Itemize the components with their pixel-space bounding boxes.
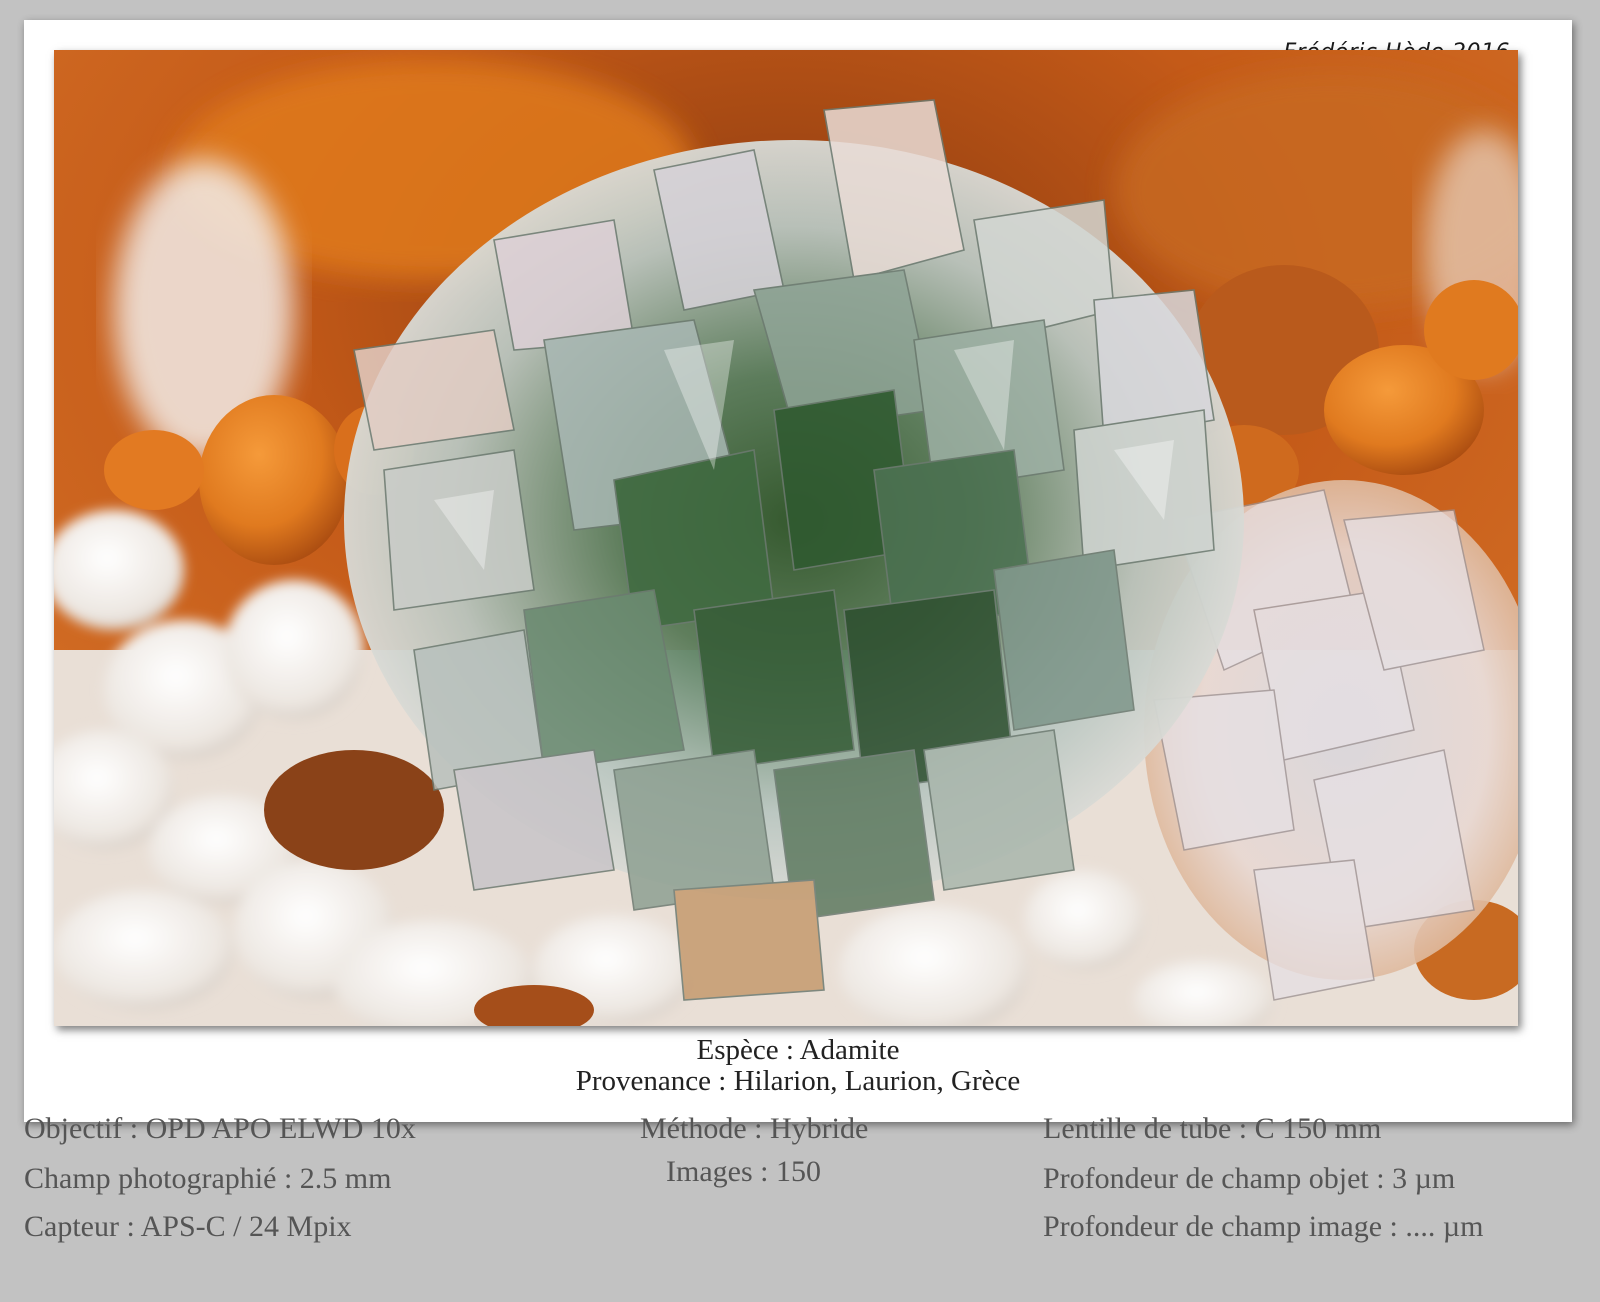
meta-object-dof: Profondeur de champ objet : 3 µm — [1043, 1162, 1456, 1195]
meta-method: Méthode : Hybride — [640, 1112, 869, 1145]
origin-caption: Provenance : Hilarion, Laurion, Grèce — [575, 1065, 1021, 1097]
photo-card: Frédéric Hède 2016 — [24, 20, 1572, 1122]
meta-sensor: Capteur : APS-C / 24 Mpix — [24, 1210, 352, 1243]
meta-objective: Objectif : OPD APO ELWD 10x — [24, 1112, 416, 1145]
mineral-photo — [54, 50, 1518, 1026]
meta-images: Images : 150 — [666, 1155, 821, 1188]
adamite-crystal-image — [54, 50, 1518, 1026]
species-caption: Espèce : Adamite — [696, 1034, 900, 1066]
meta-image-dof: Profondeur de champ image : .... µm — [1043, 1210, 1484, 1243]
meta-tube-lens: Lentille de tube : C 150 mm — [1043, 1112, 1382, 1145]
meta-field: Champ photographié : 2.5 mm — [24, 1162, 392, 1195]
